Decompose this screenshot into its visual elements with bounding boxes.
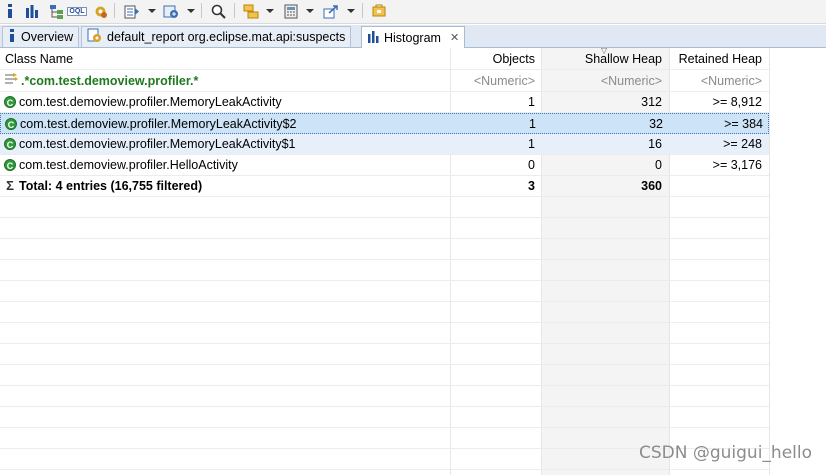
filter-row: .*com.test.demoview.profiler.* <Numeric>… <box>0 71 769 92</box>
bar-chart-icon[interactable] <box>24 3 40 19</box>
info-icon <box>8 29 16 45</box>
oql-icon[interactable]: OQL <box>67 3 87 19</box>
column-header-class-name[interactable]: Class Name <box>5 49 451 69</box>
class-icon: C <box>5 118 17 130</box>
tab-default-report[interactable]: default_report org.eclipse.mat.api:suspe… <box>81 26 352 47</box>
retained-heap-cell: >= 3,176 <box>712 158 762 172</box>
chevron-down-icon[interactable] <box>306 9 314 13</box>
class-name-cell: C com.test.demoview.profiler.MemoryLeakA… <box>4 134 450 154</box>
objects-cell: 1 <box>529 117 536 131</box>
dominator-tree-icon[interactable] <box>48 3 64 19</box>
total-label-cell: Σ Total: 4 entries (16,755 filtered) <box>4 176 450 196</box>
total-retained-heap <box>670 176 762 196</box>
calculator-icon[interactable] <box>282 3 300 19</box>
shallow-heap-cell: 16 <box>648 137 662 151</box>
histogram-icon <box>367 30 379 46</box>
info-icon[interactable] <box>4 3 16 19</box>
search-icon[interactable] <box>209 3 227 19</box>
class-name-text: com.test.demoview.profiler.MemoryLeakAct… <box>20 117 297 131</box>
class-name-text: com.test.demoview.profiler.HelloActivity <box>19 158 238 172</box>
class-name-cell: C com.test.demoview.profiler.MemoryLeakA… <box>5 114 451 134</box>
query-browser-icon[interactable] <box>122 3 142 19</box>
empty-row <box>0 260 769 281</box>
class-name-text: com.test.demoview.profiler.MemoryLeakAct… <box>19 95 282 109</box>
class-icon: C <box>4 138 16 150</box>
chevron-down-icon[interactable] <box>347 9 355 13</box>
empty-row <box>0 323 769 344</box>
close-icon[interactable]: ✕ <box>450 31 459 44</box>
empty-row <box>0 239 769 260</box>
class-name-cell: C com.test.demoview.profiler.MemoryLeakA… <box>4 92 450 112</box>
objects-cell: 1 <box>528 137 535 151</box>
objects-cell: 0 <box>528 158 535 172</box>
toolbar-separator <box>201 3 202 18</box>
editor-tab-bar: Overview default_report org.eclipse.mat.… <box>0 25 826 48</box>
class-name-cell: C com.test.demoview.profiler.HelloActivi… <box>4 155 450 175</box>
empty-row <box>0 344 769 365</box>
empty-row <box>0 281 769 302</box>
class-icon: C <box>4 96 16 108</box>
oql-label: OQL <box>67 6 87 16</box>
toolbar-separator <box>114 3 115 18</box>
empty-row <box>0 365 769 386</box>
chevron-down-icon[interactable] <box>187 9 195 13</box>
objects-cell: 1 <box>528 95 535 109</box>
class-name-filter-value: .*com.test.demoview.profiler.* <box>21 74 199 88</box>
retained-heap-cell: >= 8,912 <box>712 95 762 109</box>
column-header-objects[interactable]: Objects <box>451 49 535 69</box>
histogram-table: Class Name Objects ▽ Shallow Heap Retain… <box>0 48 826 475</box>
class-name-filter[interactable]: .*com.test.demoview.profiler.* <box>4 71 450 91</box>
retained-heap-cell: >= 248 <box>723 137 762 151</box>
chevron-down-icon[interactable] <box>266 9 274 13</box>
chevron-down-icon[interactable] <box>148 9 156 13</box>
sum-icon: Σ <box>6 178 14 193</box>
gear-icon[interactable] <box>92 3 108 19</box>
pin-icon[interactable] <box>370 3 388 19</box>
total-objects: 3 <box>528 179 535 193</box>
empty-row <box>0 407 769 428</box>
empty-row <box>0 218 769 239</box>
class-icon: C <box>4 159 16 171</box>
column-header-shallow-heap[interactable]: Shallow Heap <box>542 49 662 69</box>
table-row[interactable]: C com.test.demoview.profiler.MemoryLeakA… <box>0 134 769 155</box>
tab-label: Histogram <box>384 30 441 45</box>
toolbar-separator <box>362 3 363 18</box>
shallow-heap-cell: 0 <box>655 158 662 172</box>
table-row[interactable]: C com.test.demoview.profiler.MemoryLeakA… <box>0 92 769 113</box>
watermark: CSDN @guigui_hello <box>638 443 812 463</box>
tab-overview[interactable]: Overview <box>2 26 80 47</box>
empty-row <box>0 197 769 218</box>
retained-heap-cell: >= 384 <box>724 117 763 131</box>
heap-dump-overview-icon[interactable] <box>162 3 180 19</box>
empty-row <box>0 386 769 407</box>
table-header: Class Name Objects ▽ Shallow Heap Retain… <box>0 48 769 70</box>
retained-heap-filter[interactable]: <Numeric> <box>670 71 762 91</box>
column-header-retained-heap[interactable]: Retained Heap <box>670 49 762 69</box>
group-by-icon[interactable] <box>242 3 260 19</box>
tab-label: Overview <box>21 30 74 44</box>
table-row[interactable]: C com.test.demoview.profiler.MemoryLeakA… <box>0 113 769 134</box>
report-icon <box>87 28 102 46</box>
total-label: Total: 4 entries (16,755 filtered) <box>19 179 203 193</box>
shallow-heap-cell: 32 <box>649 117 663 131</box>
empty-row <box>0 302 769 323</box>
class-name-text: com.test.demoview.profiler.MemoryLeakAct… <box>19 137 296 151</box>
objects-filter[interactable]: <Numeric> <box>451 71 535 91</box>
shallow-heap-filter[interactable]: <Numeric> <box>542 71 662 91</box>
export-icon[interactable] <box>322 3 340 19</box>
shallow-heap-cell: 312 <box>641 95 662 109</box>
tab-histogram[interactable]: Histogram ✕ <box>361 26 466 48</box>
toolbar: OQL <box>0 0 826 24</box>
tab-label: default_report org.eclipse.mat.api:suspe… <box>107 30 346 44</box>
column-divider <box>769 48 770 475</box>
total-shallow-heap: 360 <box>641 179 662 193</box>
table-row[interactable]: C com.test.demoview.profiler.HelloActivi… <box>0 155 769 176</box>
regex-filter-icon <box>4 71 18 91</box>
toolbar-separator <box>234 3 235 18</box>
total-row: Σ Total: 4 entries (16,755 filtered) 3 3… <box>0 176 769 197</box>
